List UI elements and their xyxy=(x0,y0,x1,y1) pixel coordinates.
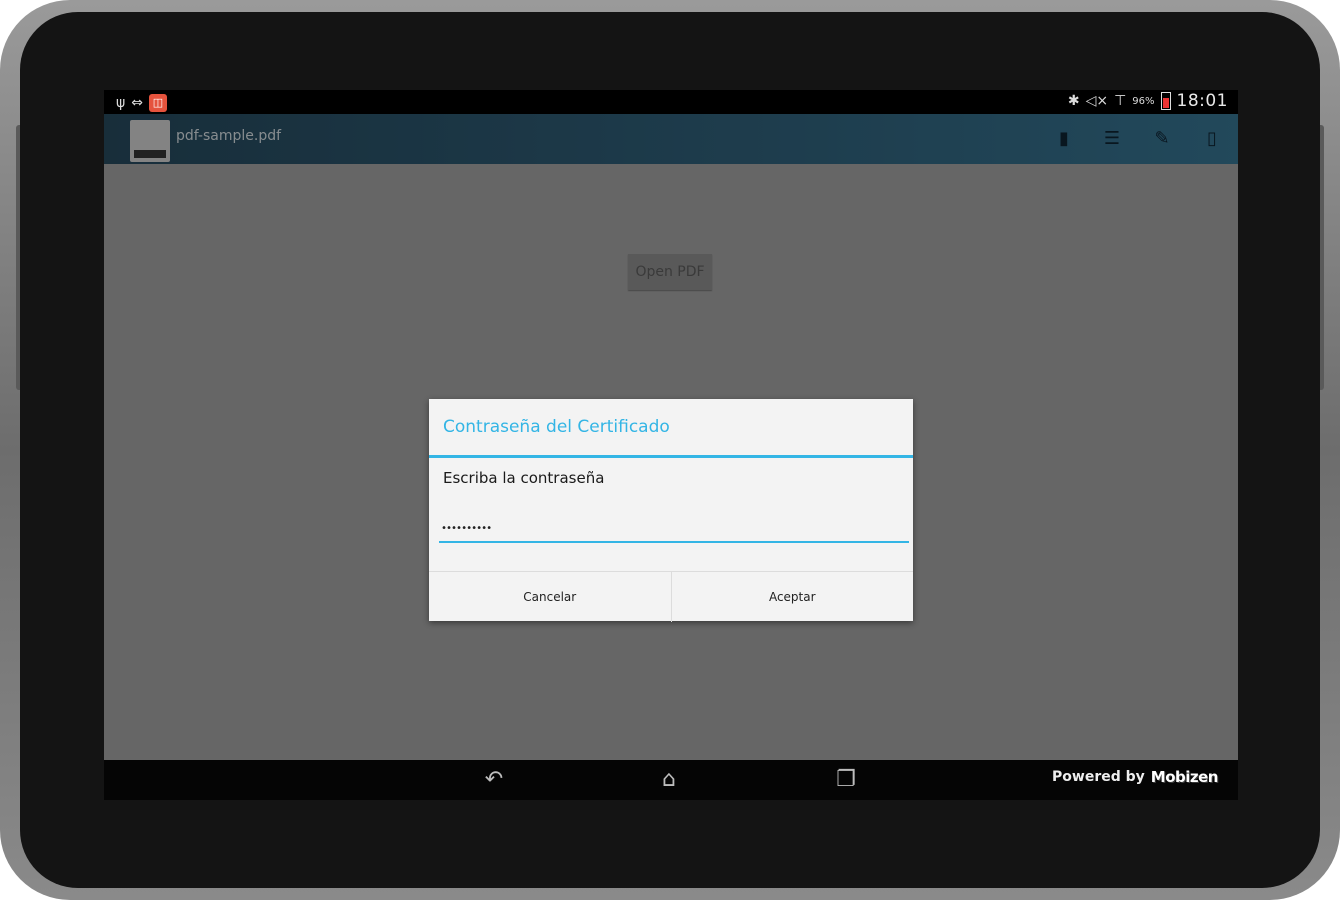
recents-icon[interactable]: ❐ xyxy=(826,768,866,792)
password-input[interactable] xyxy=(439,515,909,543)
sync-icon: ⇔ xyxy=(131,95,143,111)
usb-icon: ψ xyxy=(116,95,126,111)
notification-icon: ◫ xyxy=(148,94,167,112)
dialog-title-divider xyxy=(429,455,913,458)
dialog-title: Contraseña del Certificado xyxy=(443,417,670,437)
bluetooth-icon: ✱ xyxy=(1067,93,1080,109)
tablet-frame: ψ ⇔ ◫ ✱ ◁× ⊤ 96% 18:01 pdf-sample.pdf ▮ … xyxy=(0,0,1340,900)
device-screen: ψ ⇔ ◫ ✱ ◁× ⊤ 96% 18:01 pdf-sample.pdf ▮ … xyxy=(104,90,1238,800)
battery-icon xyxy=(1160,92,1171,110)
action-bar-dim-overlay xyxy=(104,114,1238,164)
back-icon[interactable]: ↶ xyxy=(474,768,514,792)
open-pdf-button[interactable]: Open PDF xyxy=(628,254,712,290)
mute-icon: ◁× xyxy=(1085,93,1109,109)
main-content: Open PDF Contraseña del Certificado Escr… xyxy=(104,164,1238,760)
navigation-bar: ↶ ⌂ ❐ Powered by Mobizen xyxy=(104,760,1238,800)
accept-button[interactable]: Aceptar xyxy=(670,572,914,622)
certificate-password-dialog: Contraseña del Certificado Escriba la co… xyxy=(429,399,913,622)
cancel-button[interactable]: Cancelar xyxy=(429,572,671,622)
dialog-button-bar: Cancelar Aceptar xyxy=(429,571,913,622)
mobizen-logo: Mobizen xyxy=(1150,768,1219,786)
status-bar: ψ ⇔ ◫ ✱ ◁× ⊤ 96% 18:01 xyxy=(104,90,1238,114)
clock: 18:01 xyxy=(1176,91,1228,111)
dialog-message: Escriba la contraseña xyxy=(443,469,605,487)
powered-by-label: Powered by xyxy=(1052,769,1145,785)
battery-percent: 96% xyxy=(1132,95,1155,107)
home-icon[interactable]: ⌂ xyxy=(649,768,689,792)
powered-by-badge: Powered by Mobizen xyxy=(1052,768,1218,786)
wifi-icon: ⊤ xyxy=(1114,93,1127,109)
